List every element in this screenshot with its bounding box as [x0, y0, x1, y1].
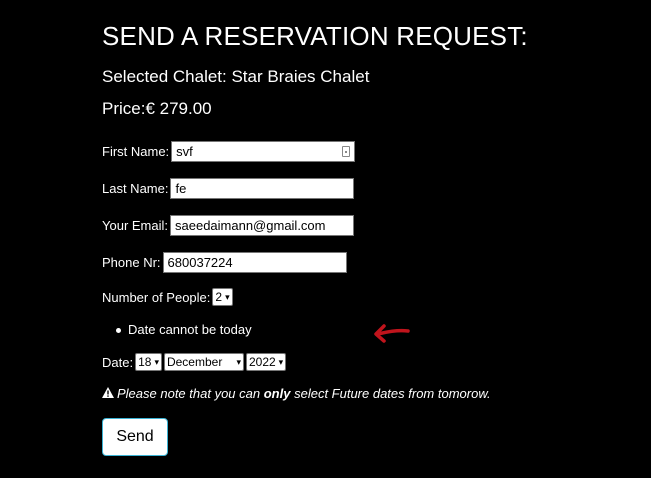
error-message: Date cannot be today: [116, 322, 252, 337]
last-name-label: Last Name:: [102, 181, 169, 196]
people-row: Number of People: 2 ▾: [102, 288, 235, 306]
first-name-value: svf: [176, 144, 193, 159]
email-label: Your Email:: [102, 218, 168, 233]
note-suffix: select Future dates from tomorow.: [294, 386, 491, 401]
people-label: Number of People:: [102, 289, 211, 305]
note-emphasis: only: [263, 386, 291, 401]
page-title: SEND A RESERVATION REQUEST:: [102, 21, 528, 51]
month-select[interactable]: December ▾: [163, 353, 244, 371]
people-value: 2: [215, 290, 223, 304]
first-name-label: First Name:: [102, 144, 170, 159]
email-field[interactable]: saeedaimann@gmail.com: [170, 215, 354, 236]
last-name-row: Last Name: fe: [102, 178, 355, 199]
selected-chalet: Selected Chalet: Star Braies Chalet: [102, 67, 370, 86]
send-button[interactable]: Send: [102, 418, 168, 456]
price: Price:€ 279.00: [102, 99, 212, 118]
year-value: 2022: [248, 355, 276, 369]
phone-value: 680037224: [167, 255, 233, 270]
bullet-icon: [116, 328, 121, 333]
chevron-down-icon: ▾: [236, 356, 241, 367]
month-value: December: [166, 355, 223, 369]
note-prefix: Please note that you can: [117, 386, 261, 401]
chevron-down-icon: ▾: [278, 356, 284, 367]
phone-row: Phone Nr: 680037224: [102, 252, 347, 273]
phone-field[interactable]: 680037224: [162, 252, 347, 273]
date-row: Date: 18 ▾ December ▾ 2022 ▾: [102, 353, 288, 371]
people-select[interactable]: 2 ▾: [212, 288, 233, 306]
date-label: Date:: [102, 354, 134, 370]
future-dates-note: Please note that you can only select Fut…: [102, 386, 491, 401]
phone-label: Phone Nr:: [102, 255, 161, 270]
first-name-field[interactable]: svf: [171, 141, 356, 162]
first-name-row: First Name: svf: [102, 141, 356, 162]
last-name-value: fe: [175, 181, 187, 196]
autofill-icon[interactable]: [342, 146, 351, 157]
chevron-down-icon: ▾: [225, 291, 230, 302]
chevron-down-icon: ▾: [154, 356, 159, 367]
year-select[interactable]: 2022 ▾: [245, 353, 287, 371]
day-value: 18: [138, 355, 152, 369]
warning-icon: [102, 386, 114, 401]
email-row: Your Email: saeedaimann@gmail.com: [102, 215, 354, 236]
day-select[interactable]: 18 ▾: [135, 353, 162, 371]
red-arrow-icon: [374, 324, 410, 343]
last-name-field[interactable]: fe: [170, 178, 355, 199]
error-text: Date cannot be today: [128, 322, 252, 337]
email-value: saeedaimann@gmail.com: [175, 218, 326, 233]
